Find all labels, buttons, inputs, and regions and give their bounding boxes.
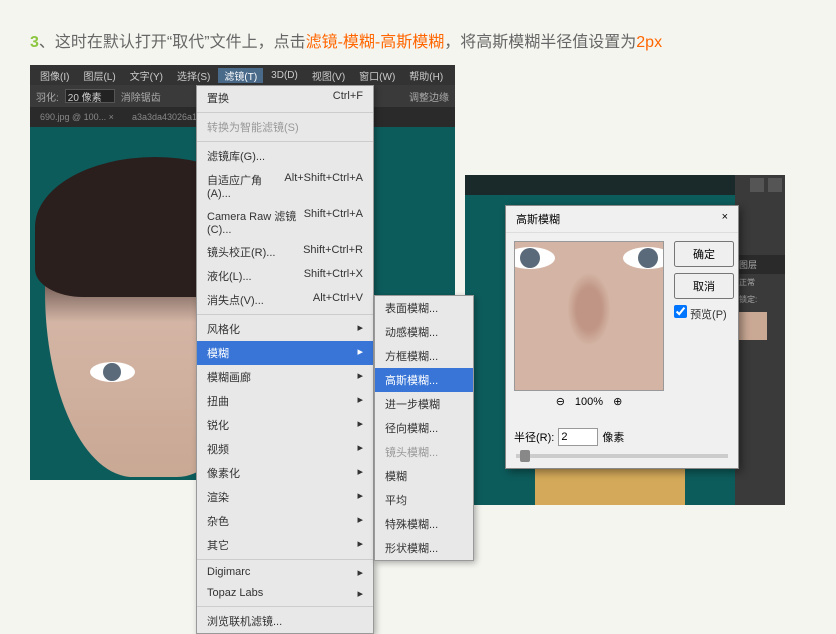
- submenu-item[interactable]: 进一步模糊: [375, 392, 473, 416]
- menu-item[interactable]: 风格化▸: [197, 317, 373, 341]
- filter-menu-dropdown: 置换Ctrl+F 转换为智能滤镜(S) 滤镜库(G)...自适应广角(A)...Al…: [196, 85, 374, 634]
- menu-item[interactable]: 锐化▸: [197, 413, 373, 437]
- radius-label: 半径(R):: [514, 429, 554, 445]
- menu-item[interactable]: 选择(S): [171, 68, 216, 83]
- right-panel-bar: 图层 正常 锁定:: [735, 175, 785, 505]
- photoshop-main-window: 图像(I)图层(L)文字(Y)选择(S)滤镜(T)3D(D)视图(V)窗口(W)…: [30, 65, 455, 480]
- cancel-button[interactable]: 取消: [674, 273, 734, 299]
- panel-icon[interactable]: [768, 178, 782, 192]
- submenu-item[interactable]: 模糊: [375, 464, 473, 488]
- menu-item[interactable]: 模糊画廊▸: [197, 365, 373, 389]
- radius-unit: 像素: [602, 429, 624, 445]
- layer-thumb[interactable]: [739, 312, 767, 340]
- submenu-item[interactable]: 动感模糊...: [375, 320, 473, 344]
- menu-item[interactable]: 置换Ctrl+F: [197, 86, 373, 110]
- menu-item[interactable]: 扭曲▸: [197, 389, 373, 413]
- blur-submenu: 表面模糊...动感模糊...方框模糊...高斯模糊...进一步模糊径向模糊...…: [374, 295, 474, 561]
- menu-item[interactable]: Digimarc▸: [197, 562, 373, 583]
- ok-button[interactable]: 确定: [674, 241, 734, 267]
- menu-item[interactable]: 渲染▸: [197, 485, 373, 509]
- menu-item[interactable]: 视频▸: [197, 437, 373, 461]
- eye: [90, 362, 135, 382]
- menu-item[interactable]: 图层(L): [77, 68, 121, 83]
- radius-slider[interactable]: [516, 454, 728, 458]
- submenu-item[interactable]: 特殊模糊...: [375, 512, 473, 536]
- menu-item[interactable]: 3D(D): [265, 70, 304, 81]
- refine-edge-button[interactable]: 调整边缘: [409, 89, 449, 104]
- submenu-item[interactable]: 径向模糊...: [375, 416, 473, 440]
- close-icon[interactable]: ×: [722, 211, 728, 227]
- menu-bar: 图像(I)图层(L)文字(Y)选择(S)滤镜(T)3D(D)视图(V)窗口(W)…: [30, 65, 455, 85]
- menu-item[interactable]: 像素化▸: [197, 461, 373, 485]
- submenu-item[interactable]: 高斯模糊...: [375, 368, 473, 392]
- dialog-titlebar: 高斯模糊 ×: [506, 206, 738, 233]
- submenu-item[interactable]: 形状模糊...: [375, 536, 473, 560]
- menu-item[interactable]: 图像(I): [34, 68, 75, 83]
- menu-item[interactable]: 模糊▸: [197, 341, 373, 365]
- step-number: 3: [30, 34, 39, 51]
- document-tab[interactable]: 690.jpg @ 100... ×: [36, 110, 118, 124]
- highlight-path: 滤镜-模糊-高斯模糊: [306, 34, 445, 51]
- submenu-item[interactable]: 平均: [375, 488, 473, 512]
- menu-item[interactable]: 消失点(V)...Alt+Ctrl+V: [197, 288, 373, 312]
- antialias-check[interactable]: 消除锯齿: [121, 89, 161, 104]
- menu-item[interactable]: 帮助(H): [403, 68, 449, 83]
- menu-item[interactable]: Camera Raw 滤镜(C)...Shift+Ctrl+A: [197, 204, 373, 240]
- zoom-out-icon[interactable]: ⊖: [556, 395, 565, 408]
- menu-item[interactable]: 滤镜库(G)...: [197, 144, 373, 168]
- menu-item[interactable]: 文字(Y): [124, 68, 169, 83]
- panel-icons: [735, 175, 785, 195]
- menu-item[interactable]: 自适应广角(A)...Alt+Shift+Ctrl+A: [197, 168, 373, 204]
- highlight-value: 2px: [636, 34, 662, 51]
- radius-input[interactable]: [558, 428, 598, 446]
- layers-panel: 图层 正常 锁定:: [735, 255, 785, 344]
- panel-icon[interactable]: [750, 178, 764, 192]
- menu-item[interactable]: 视图(V): [306, 68, 351, 83]
- menu-item[interactable]: 其它▸: [197, 533, 373, 557]
- menu-item[interactable]: Topaz Labs▸: [197, 583, 373, 604]
- panel-header[interactable]: 图层: [735, 255, 785, 274]
- dialog-title: 高斯模糊: [516, 211, 560, 227]
- menu-item[interactable]: 镜头校正(R)...Shift+Ctrl+R: [197, 240, 373, 264]
- menu-item: 转换为智能滤镜(S): [197, 115, 373, 139]
- zoom-level: 100%: [575, 396, 603, 408]
- gaussian-blur-dialog: 高斯模糊 × ⊖ 100% ⊕ 确定 取消 预览(P): [505, 205, 739, 469]
- feather-label: 羽化:: [36, 89, 59, 104]
- blend-mode[interactable]: 正常: [735, 274, 785, 291]
- instruction-title: 3、这时在默认打开“取代”文件上，点击滤镜-模糊-高斯模糊，将高斯模糊半径值设置…: [0, 0, 836, 72]
- preview-thumbnail[interactable]: [514, 241, 664, 391]
- submenu-item[interactable]: 表面模糊...: [375, 296, 473, 320]
- zoom-controls: ⊖ 100% ⊕: [514, 391, 664, 412]
- menu-item[interactable]: 液化(L)...Shift+Ctrl+X: [197, 264, 373, 288]
- preview-checkbox[interactable]: 预览(P): [674, 305, 734, 322]
- submenu-item: 镜头模糊...: [375, 440, 473, 464]
- lock-row: 锁定:: [735, 291, 785, 308]
- radius-row: 半径(R): 像素: [506, 420, 738, 454]
- photoshop-dialog-window: 图层 正常 锁定: 高斯模糊 × ⊖ 100% ⊕: [465, 175, 785, 505]
- feather-input[interactable]: [65, 89, 115, 103]
- zoom-in-icon[interactable]: ⊕: [613, 395, 622, 408]
- menu-item[interactable]: 滤镜(T): [218, 68, 263, 83]
- submenu-item[interactable]: 方框模糊...: [375, 344, 473, 368]
- menu-item[interactable]: 浏览联机滤镜...: [197, 609, 373, 633]
- menu-item[interactable]: 杂色▸: [197, 509, 373, 533]
- menu-item[interactable]: 窗口(W): [353, 68, 401, 83]
